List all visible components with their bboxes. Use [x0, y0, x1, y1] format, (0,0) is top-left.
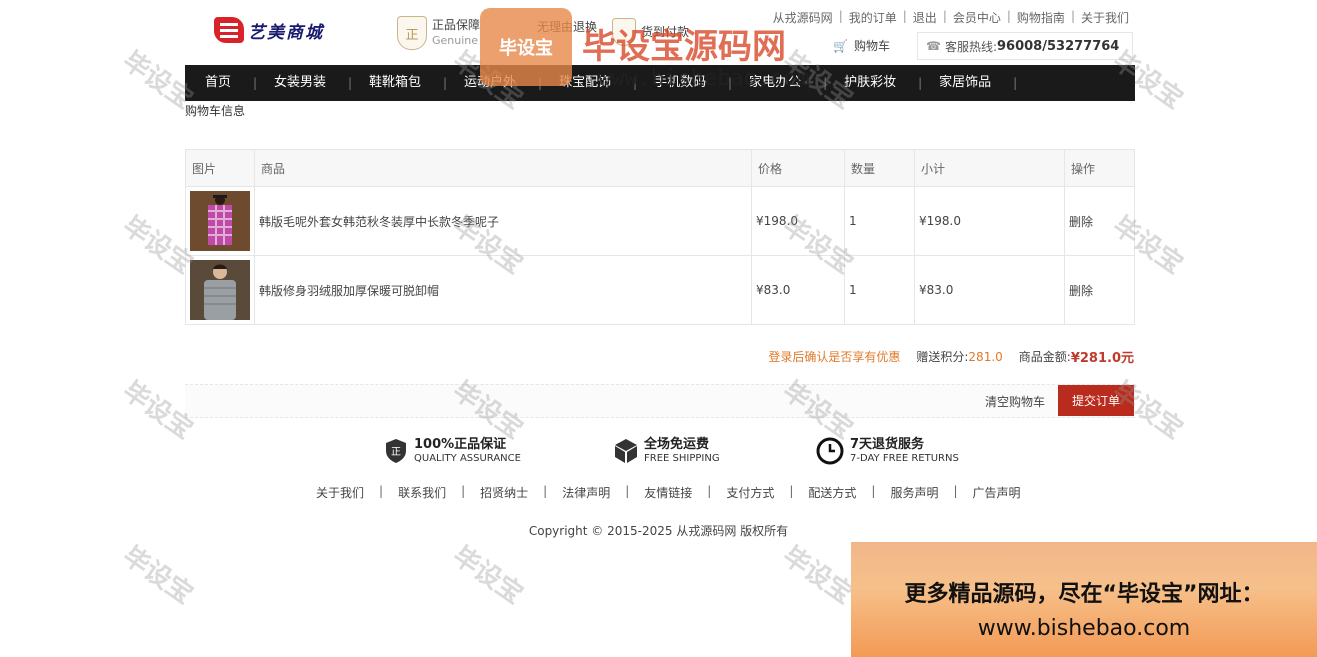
- assurance-title: 货到付款: [641, 24, 690, 39]
- product-subtotal: ¥83.0: [914, 255, 1065, 325]
- hotline-label: 客服热线:: [944, 39, 997, 54]
- points-label: 赠送积分:: [916, 350, 969, 364]
- watermark-url: www.bishebao.com: [598, 66, 810, 91]
- copyright: Copyright © 2015-2025 从戎源码网 版权所有: [528, 524, 789, 538]
- col-price: 价格: [751, 149, 845, 187]
- promo-line-1: 更多精品源码，尽在“毕设宝”网址：: [904, 582, 1264, 607]
- assurance-title: 无理由退换: [537, 20, 598, 34]
- toplink-about[interactable]: 关于我们: [1081, 9, 1129, 26]
- toplink-site[interactable]: 从戎源码网: [773, 9, 833, 26]
- service-title: 7天退货服务: [850, 437, 925, 452]
- service-subtitle: 7-DAY FREE RETURNS: [850, 453, 959, 464]
- site-logo[interactable]: 艺美商城: [214, 16, 324, 44]
- clear-cart-button[interactable]: 清空购物车: [985, 393, 1045, 410]
- watermark-text: 毕设宝: [447, 540, 529, 611]
- footer-link-jobs[interactable]: 招贤纳士: [480, 484, 528, 501]
- cart-icon: 🛒: [833, 38, 848, 53]
- order-summary: 登录后确认是否享有优惠 赠送积分: 281.0 商品金额: ¥281.0元: [768, 347, 1134, 367]
- cart-actions-bar: 清空购物车 提交订单: [185, 384, 1135, 418]
- assurance-title: 正品保障: [432, 18, 481, 32]
- service-returns: 7天退货服务 7-DAY FREE RETURNS: [816, 437, 959, 465]
- product-price: ¥198.0: [751, 186, 845, 256]
- product-qty: 1: [844, 255, 915, 325]
- genuine-shield-icon: 正: [397, 16, 427, 50]
- hotline-box: ☎ 客服热线: 96008/53277764: [917, 32, 1133, 60]
- service-title: 全场免运费: [644, 437, 710, 452]
- phone-icon: ☎: [926, 39, 941, 53]
- footer-links: 关于我们 | 联系我们 | 招贤纳士 | 法律声明 | 友情链接 | 支付方式 | 配送方式…: [316, 484, 1021, 501]
- assurance-cod: 货到付款: [612, 18, 689, 46]
- nav-item-sports[interactable]: 运动户外: [444, 65, 542, 101]
- nav-item-home[interactable]: 首页: [185, 65, 257, 101]
- product-image-cell: [185, 186, 255, 256]
- footer-link-contact[interactable]: 联系我们: [398, 484, 446, 501]
- svg-text:正: 正: [391, 447, 401, 458]
- cart-table: 图片 商品 价格 数量 小计 操作 韩版毛呢外套女韩范秋冬装厚中长款冬季呢子 ¥…: [185, 149, 1135, 325]
- points-value: 281.0: [968, 349, 1003, 364]
- table-row: 韩版修身羽绒服加厚保暖可脱卸帽 ¥83.0 1 ¥83.0 删除: [185, 255, 1135, 325]
- product-image-cell: [185, 255, 255, 325]
- shield-icon: 正: [384, 437, 408, 465]
- logo-icon: [214, 17, 244, 43]
- top-links: 从戎源码网 | 我的订单 | 退出 | 会员中心 | 购物指南 | 关于我们: [772, 9, 1129, 26]
- product-name[interactable]: 韩版修身羽绒服加厚保暖可脱卸帽: [254, 255, 752, 325]
- col-qty: 数量: [844, 149, 915, 187]
- promo-line-2: www.bishebao.com: [977, 616, 1191, 641]
- product-subtotal: ¥198.0: [914, 186, 1065, 256]
- service-title: 100%正品保证: [414, 437, 507, 452]
- footer-link-delivery[interactable]: 配送方式: [808, 484, 856, 501]
- col-product: 商品: [254, 149, 752, 187]
- toplink-member[interactable]: 会员中心: [953, 9, 1001, 26]
- nav-item-cosmetics[interactable]: 护肤彩妆: [824, 65, 922, 101]
- assurance-subtitle: Genuine: [432, 34, 479, 47]
- product-name[interactable]: 韩版毛呢外套女韩范秋冬装厚中长款冬季呢子: [254, 186, 752, 256]
- product-thumbnail[interactable]: [190, 260, 250, 320]
- box-icon: [614, 437, 638, 465]
- footer-link-legal[interactable]: 法律声明: [562, 484, 610, 501]
- assurance-genuine: 正 正品保障 Genuine: [397, 16, 480, 50]
- footer-link-friends[interactable]: 友情链接: [644, 484, 692, 501]
- watermark-text: 毕设宝: [117, 540, 199, 611]
- breadcrumb: 购物车信息: [185, 104, 246, 118]
- service-shipping: 全场免运费 FREE SHIPPING: [614, 437, 720, 465]
- footer-link-about[interactable]: 关于我们: [316, 484, 364, 501]
- nav-item-apparel[interactable]: 女装男装: [254, 65, 352, 101]
- toplink-orders[interactable]: 我的订单: [849, 9, 897, 26]
- col-image: 图片: [185, 149, 255, 187]
- toplink-logout[interactable]: 退出: [913, 9, 937, 26]
- cod-icon: [612, 18, 636, 46]
- col-action: 操作: [1064, 149, 1135, 187]
- toplink-guide[interactable]: 购物指南: [1017, 9, 1065, 26]
- login-discount-tip[interactable]: 登录后确认是否享有优惠: [768, 348, 900, 365]
- delete-button[interactable]: 删除: [1069, 284, 1093, 298]
- hotline-number: 96008/53277764: [997, 38, 1120, 54]
- amount-value: ¥281.0元: [1070, 351, 1134, 366]
- table-row: 韩版毛呢外套女韩范秋冬装厚中长款冬季呢子 ¥198.0 1 ¥198.0 删除: [185, 186, 1135, 256]
- service-quality: 正 100%正品保证 QUALITY ASSURANCE: [384, 437, 521, 465]
- delete-button[interactable]: 删除: [1069, 215, 1093, 229]
- service-subtitle: FREE SHIPPING: [644, 453, 720, 464]
- service-subtitle: QUALITY ASSURANCE: [414, 453, 521, 464]
- amount-label: 商品金额:: [1018, 350, 1071, 364]
- promo-banner[interactable]: 更多精品源码，尽在“毕设宝”网址： www.bishebao.com: [851, 542, 1317, 657]
- product-qty: 1: [844, 186, 915, 256]
- clock-icon: [816, 437, 844, 465]
- product-thumbnail[interactable]: [190, 191, 250, 251]
- assurance-returns: 无理由退换: [532, 20, 597, 35]
- watermark-text: 毕设宝: [777, 540, 859, 611]
- table-header-row: 图片 商品 价格 数量 小计 操作: [185, 149, 1135, 187]
- product-price: ¥83.0: [751, 255, 845, 325]
- nav-item-shoes-bags[interactable]: 鞋靴箱包: [349, 65, 447, 101]
- footer-link-service[interactable]: 服务声明: [890, 484, 938, 501]
- cart-label: 购物车: [853, 39, 890, 53]
- col-subtotal: 小计: [914, 149, 1065, 187]
- footer-link-payment[interactable]: 支付方式: [726, 484, 774, 501]
- nav-item-home-decor[interactable]: 家居饰品: [919, 65, 1017, 101]
- cart-link[interactable]: 🛒 购物车: [833, 37, 890, 54]
- logo-text: 艺美商城: [248, 22, 324, 43]
- submit-order-button[interactable]: 提交订单: [1058, 385, 1134, 416]
- footer-link-ads[interactable]: 广告声明: [973, 484, 1021, 501]
